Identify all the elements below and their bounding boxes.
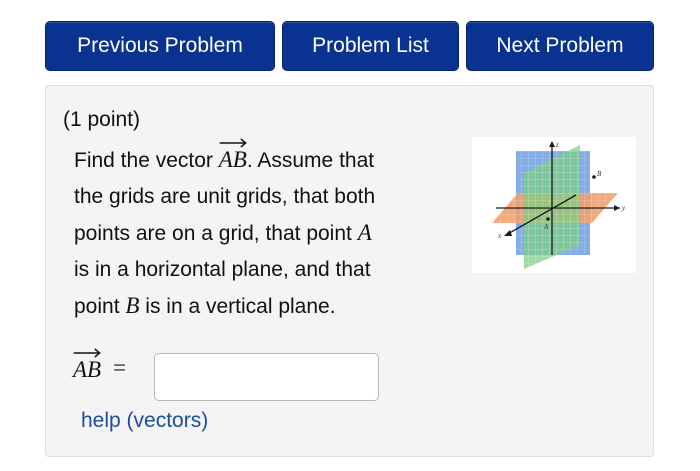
problem-line-4: is in a horizontal plane, and that — [74, 258, 371, 281]
problem-line-5: point B is in a vertical plane. — [74, 288, 434, 325]
next-problem-button[interactable]: Next Problem — [466, 21, 654, 71]
vector-ab-label: AB — [218, 147, 247, 172]
z-axis-label: z — [555, 141, 559, 149]
answer-vector-ab: AB — [73, 346, 101, 381]
previous-problem-button[interactable]: Previous Problem — [45, 21, 275, 71]
problem-line-3: points are on a grid, that point A — [74, 215, 434, 252]
point-b-symbol: B — [125, 293, 140, 318]
3d-planes-figure: z y x A B — [472, 137, 636, 273]
problem-line-3-text: points are on a grid, that point — [74, 222, 352, 245]
problem-statement: Find the vector AB . Assume that the gri… — [74, 136, 434, 325]
problem-line-1: Find the vector AB . Assume that — [74, 136, 434, 179]
problem-line-5-start: point — [74, 295, 120, 318]
equals-sign: = — [113, 355, 127, 380]
vector-arrow-icon — [73, 348, 101, 358]
find-text: Find the vector — [74, 149, 213, 172]
vector-arrow-icon — [219, 138, 247, 148]
point-b-label: B — [597, 170, 602, 178]
point-value: (1 point) — [63, 108, 141, 131]
problem-line-5-end: is in a vertical plane. — [145, 295, 336, 318]
problem-line-2: the grids are unit grids, that both — [74, 185, 376, 208]
point-a-label: A — [543, 223, 549, 231]
answer-vector-ab-label: AB — [73, 357, 102, 382]
answer-input[interactable] — [154, 353, 379, 401]
problem-list-button[interactable]: Problem List — [282, 21, 459, 71]
vector-ab: AB — [219, 136, 247, 171]
point-a-marker — [546, 217, 550, 221]
point-a-symbol: A — [357, 220, 372, 245]
point-b-marker — [592, 175, 596, 179]
answer-label: AB = — [73, 346, 126, 381]
assume-text: . Assume that — [246, 149, 375, 172]
help-vectors-link[interactable]: help (vectors) — [81, 409, 208, 433]
